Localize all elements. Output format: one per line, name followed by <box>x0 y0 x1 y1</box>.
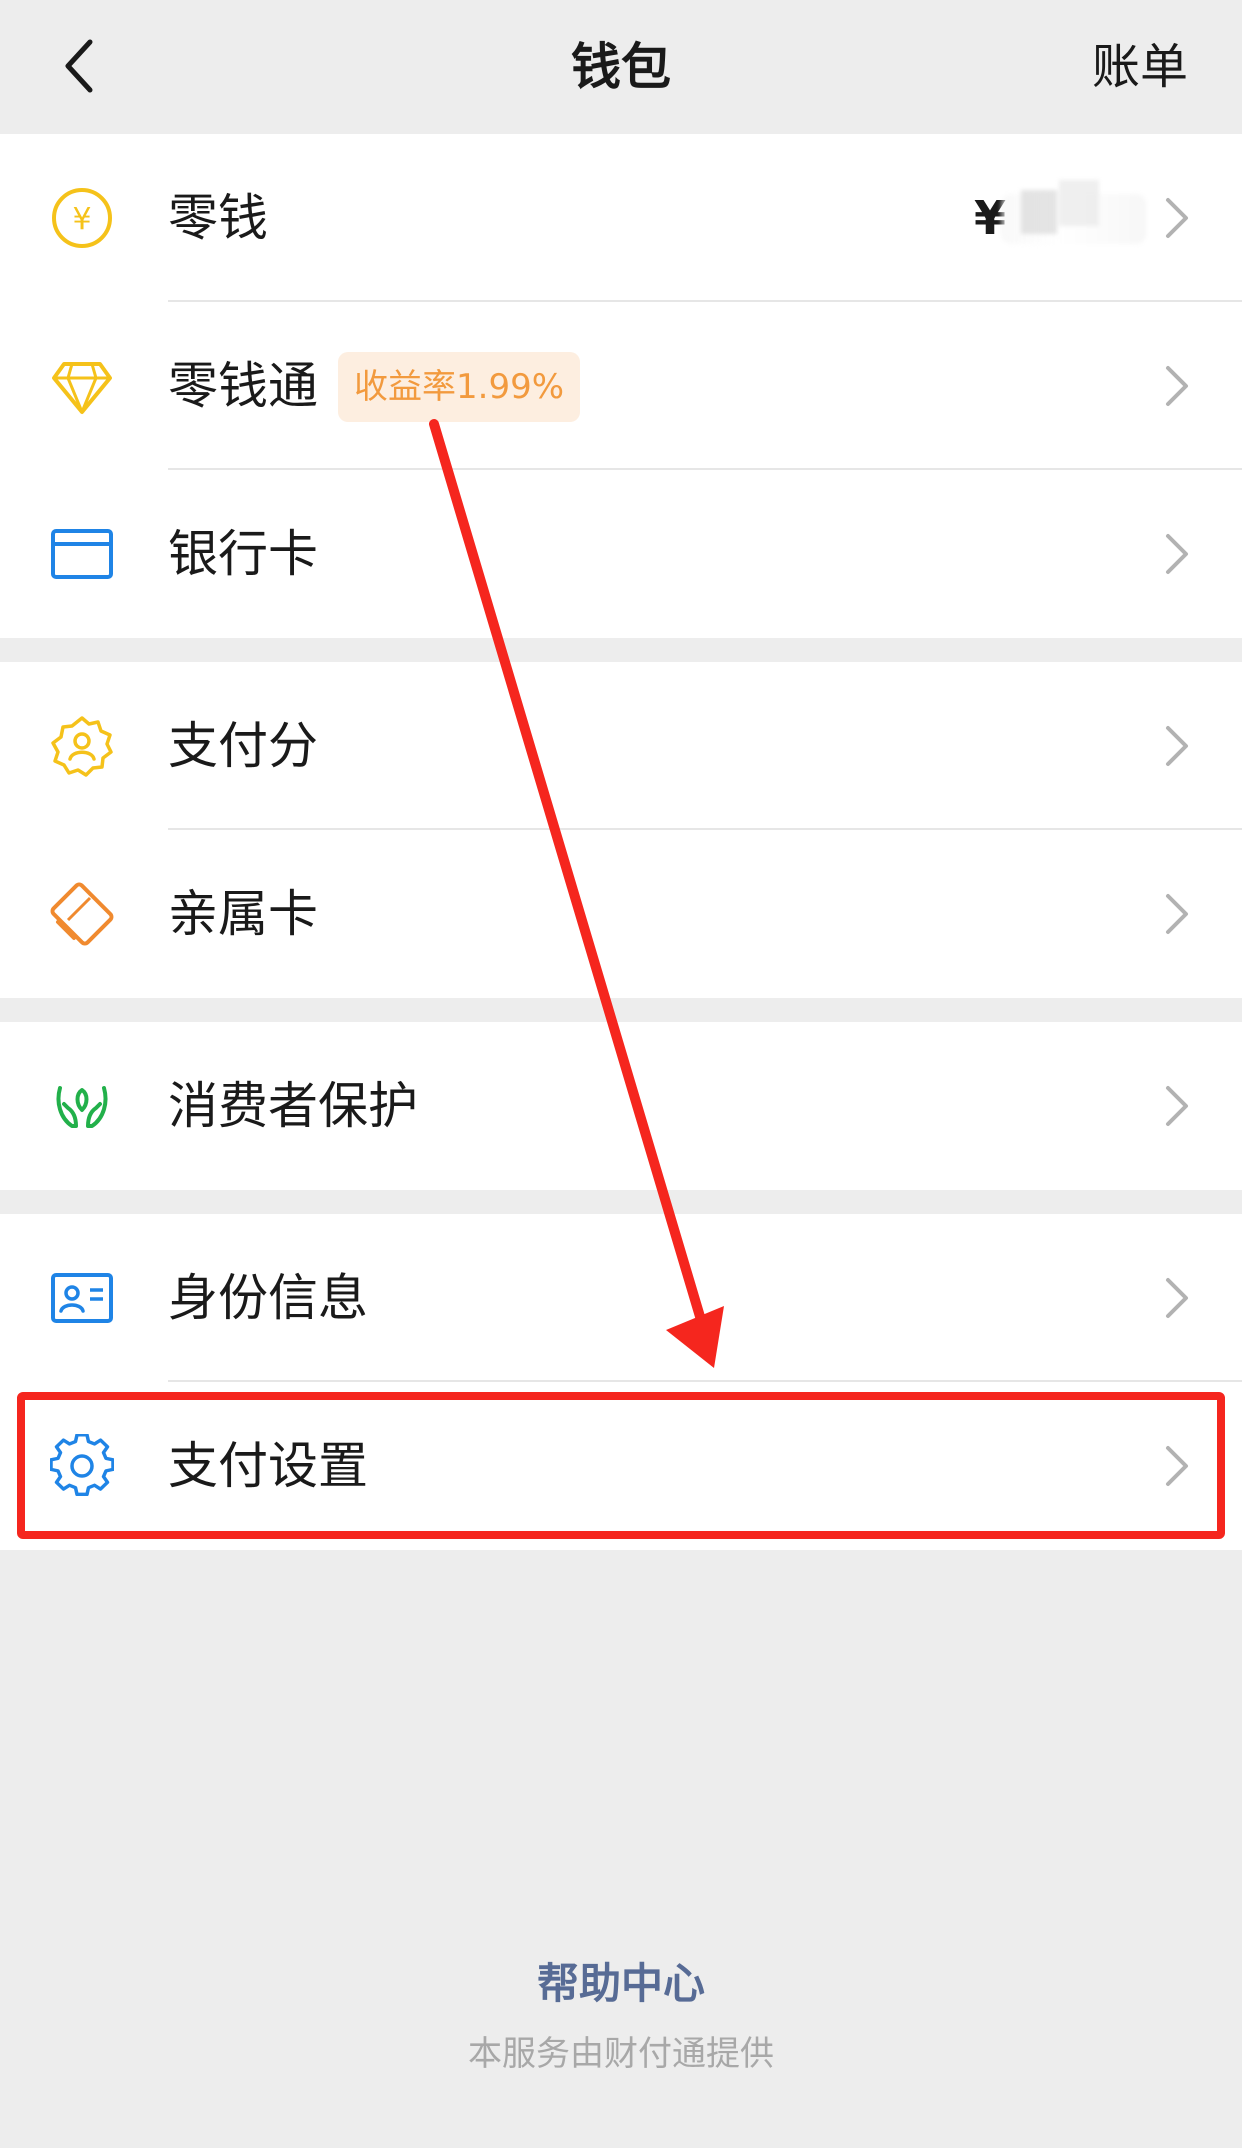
nav-bar: 钱包 账单 <box>0 0 1242 134</box>
row-pay-settings[interactable]: 支付设置 <box>0 1382 1242 1550</box>
bank-card-icon <box>51 529 113 579</box>
protect-hands-icon <box>56 1086 108 1128</box>
row-label: 零钱 <box>168 189 268 247</box>
row-label: 零钱通 <box>168 357 318 415</box>
row-consumer-protection[interactable]: 消费者保护 <box>0 1022 1242 1190</box>
chevron-right-icon <box>1166 1278 1188 1318</box>
yuan-coin-icon: ¥ <box>52 188 112 248</box>
id-card-icon <box>51 1273 113 1323</box>
row-label: 亲属卡 <box>168 885 318 943</box>
yield-badge: 收益率1.99% <box>338 352 581 422</box>
balance-blur-mask <box>1001 180 1146 244</box>
row-bank-card[interactable]: 银行卡 <box>0 470 1242 638</box>
provider-note: 本服务由财付通提供 <box>468 2034 774 2074</box>
chevron-right-icon <box>1166 198 1188 238</box>
gear-icon <box>50 1434 114 1497</box>
help-center-link[interactable]: 帮助中心 <box>0 1950 1242 2011</box>
row-lingqiantong[interactable]: 零钱通 收益率1.99% <box>0 302 1242 470</box>
family-card-icon <box>50 882 114 946</box>
wallet-group-3: 消费者保护 <box>0 1022 1242 1190</box>
wallet-group-2: 支付分 亲属卡 <box>0 662 1242 998</box>
diamond-icon <box>52 362 112 414</box>
row-label: 身份信息 <box>168 1269 368 1327</box>
row-change[interactable]: ¥ 零钱 ¥ <box>0 134 1242 302</box>
row-pay-score[interactable]: 支付分 <box>0 662 1242 830</box>
row-label: 支付分 <box>168 717 318 775</box>
row-label: 银行卡 <box>168 525 318 583</box>
chevron-right-icon <box>1166 894 1188 934</box>
chevron-right-icon <box>1166 726 1188 766</box>
chevron-right-icon <box>1166 534 1188 574</box>
chevron-right-icon <box>1166 1086 1188 1126</box>
chevron-right-icon <box>1166 1446 1188 1486</box>
row-family-card[interactable]: 亲属卡 <box>0 830 1242 998</box>
row-label: 消费者保护 <box>168 1077 418 1135</box>
svg-text:¥: ¥ <box>72 202 91 237</box>
wallet-group-1: ¥ 零钱 ¥ 零钱通 收益率1.99% 银行卡 <box>0 134 1242 638</box>
row-identity-info[interactable]: 身份信息 <box>0 1214 1242 1382</box>
row-label: 支付设置 <box>168 1437 368 1495</box>
bill-button[interactable]: 账单 <box>1092 0 1188 134</box>
page-title: 钱包 <box>571 38 671 96</box>
chevron-right-icon <box>1166 366 1188 406</box>
score-badge-icon <box>51 716 113 777</box>
wallet-group-4: 身份信息 支付设置 <box>0 1214 1242 1550</box>
